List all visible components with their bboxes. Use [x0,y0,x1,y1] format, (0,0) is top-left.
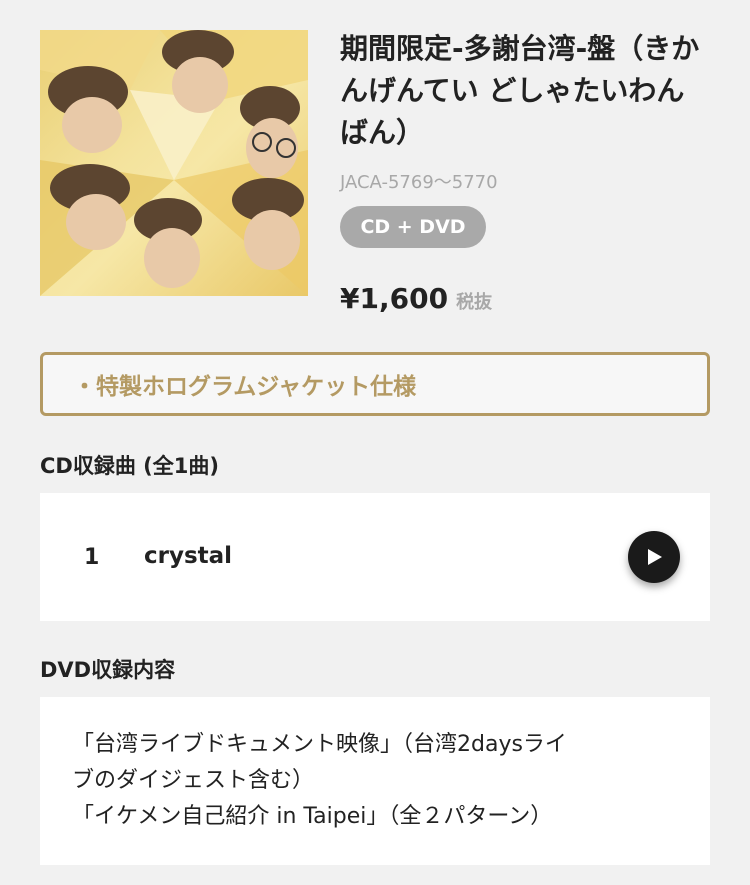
track-number: 1 [84,545,100,570]
track-title: crystal [144,543,233,569]
play-icon [648,549,662,565]
dvd-content-line: 「イケメン自己紹介 in Taipei」（全２パターン） [72,804,553,829]
feature-text: ・特製ホログラムジャケット仕様 [73,374,417,400]
dvd-content-line: 「台湾ライブドキュメント映像」（台湾2daysライ [72,732,567,757]
price-row: ¥1,600 税抜 [340,282,492,315]
cd-section-heading: CD収録曲 (全1曲) [40,454,219,478]
price: ¥1,600 [340,282,449,315]
dvd-section-heading: DVD収録内容 [40,658,176,682]
feature-box: ・特製ホログラムジャケット仕様 [40,352,710,416]
album-cover-image [40,30,308,296]
tax-note: 税抜 [456,292,493,313]
product-title: 期間限定-多謝台湾-盤（きかんげんてい どしゃたいわん ばん） [340,32,700,149]
dvd-content-line: ブのダイジェスト含む） [72,768,315,793]
track-list: 1 crystal [40,493,710,621]
format-badge: CD + DVD [340,206,486,248]
dvd-contents: 「台湾ライブドキュメント映像」（台湾2daysライ ブのダイジェスト含む） 「イ… [40,697,710,865]
play-button[interactable] [628,531,680,583]
catalog-number: JACA-5769〜5770 [340,172,498,193]
